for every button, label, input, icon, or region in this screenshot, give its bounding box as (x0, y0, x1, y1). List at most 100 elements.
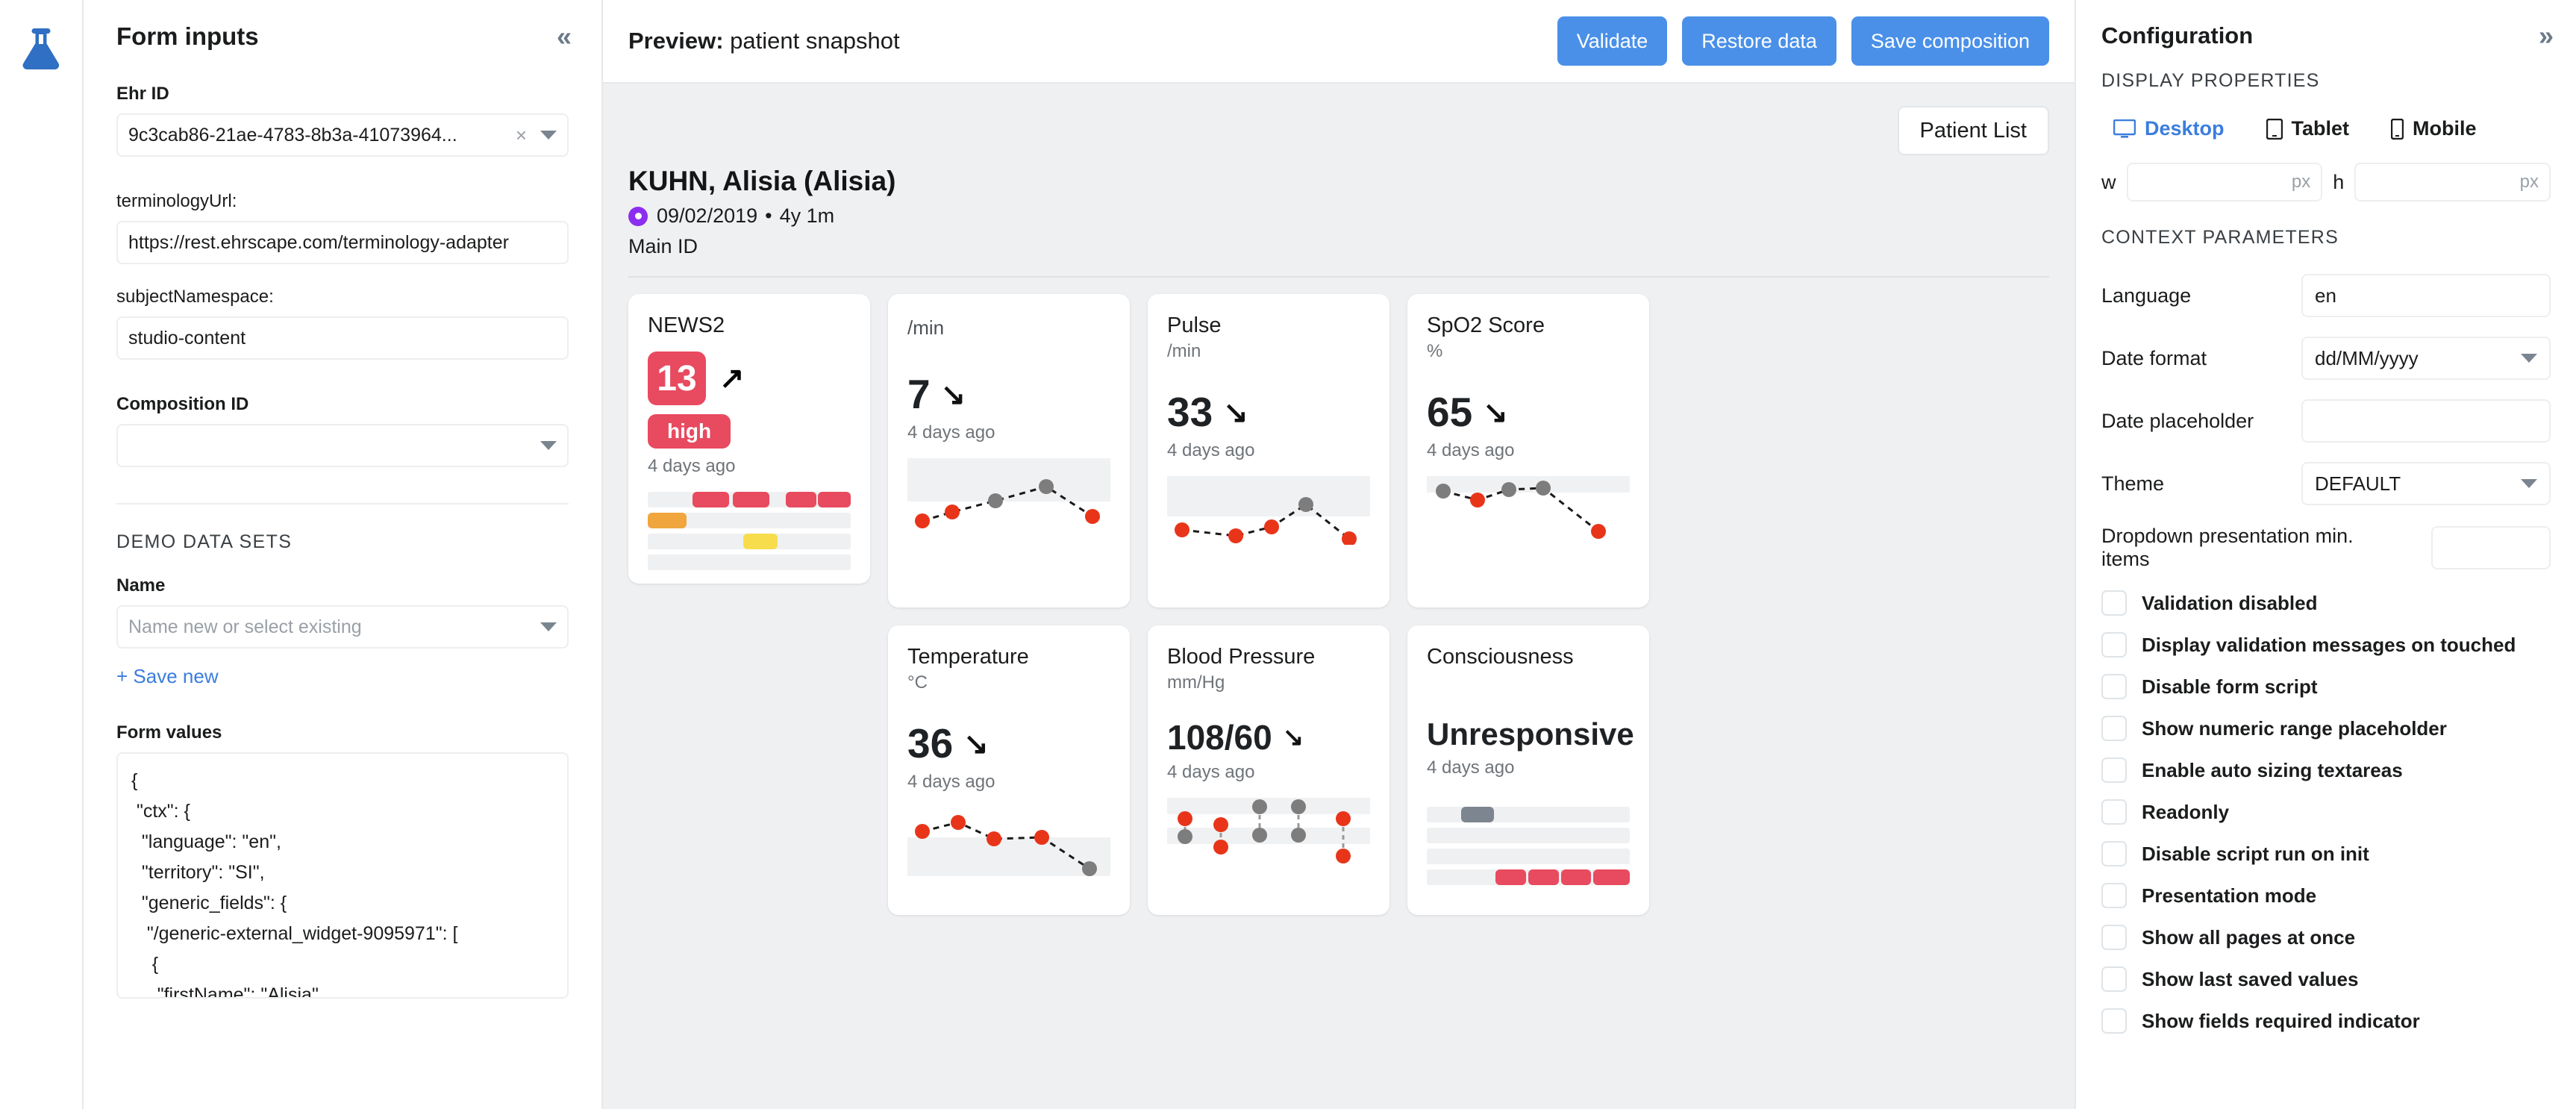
configuration-title: Configuration (2101, 22, 2254, 49)
demo-name-placeholder: Name new or select existing (128, 616, 362, 637)
checkbox-disable-form-script[interactable]: Disable form script (2101, 674, 2551, 699)
checkbox-presentation-mode[interactable]: Presentation mode (2101, 883, 2551, 908)
ehr-id-input[interactable]: 9c3cab86-21ae-4783-8b3a-41073964... × (116, 113, 569, 157)
card-unit: % (1427, 341, 1443, 361)
composition-id-select[interactable] (116, 424, 569, 467)
checkbox-icon[interactable] (2101, 799, 2127, 825)
patient-list-button[interactable]: Patient List (1897, 106, 2049, 155)
chevron-down-icon[interactable] (540, 441, 557, 450)
chevron-down-icon[interactable] (2521, 354, 2537, 363)
card-news2[interactable]: NEWS2 13 ↗ high 4 days ago (628, 294, 870, 584)
checkbox-icon[interactable] (2101, 1008, 2127, 1034)
card-value: 108/60 (1167, 718, 1272, 757)
collapse-left-panel-icon[interactable]: « (557, 23, 572, 50)
bar-row (1427, 849, 1630, 864)
dropdown-min-items-input[interactable] (2431, 526, 2551, 569)
checkbox-icon[interactable] (2101, 841, 2127, 866)
checkbox-icon[interactable] (2101, 757, 2127, 783)
checkbox-label: Enable auto sizing textareas (2142, 758, 2403, 781)
bar-row (648, 554, 851, 570)
arrow-down-right-icon: ↘ (940, 378, 966, 411)
demo-name-select[interactable]: Name new or select existing (116, 605, 569, 649)
configuration-checkboxes: Validation disabled Display validation m… (2101, 590, 2551, 1034)
card-temperature[interactable]: Temperature °C 36 ↘ 4 days ago (888, 625, 1130, 915)
device-desktop[interactable]: Desktop (2113, 117, 2225, 140)
checkbox-show-last-saved-values[interactable]: Show last saved values (2101, 966, 2551, 992)
checkbox-label: Show numeric range placeholder (2142, 716, 2447, 740)
checkbox-show-numeric-range-placeholder[interactable]: Show numeric range placeholder (2101, 716, 2551, 741)
checkbox-disable-script-run-on-init[interactable]: Disable script run on init (2101, 841, 2551, 866)
card-value-row: 33 ↘ (1167, 392, 1370, 433)
param-date-placeholder: Date placeholder (2101, 399, 2551, 443)
save-new-link[interactable]: + Save new (116, 665, 219, 688)
card-spo2[interactable]: SpO2 Score % 65 ↘ 4 days ago (1407, 294, 1649, 607)
checkbox-show-fields-required-indicator[interactable]: Show fields required indicator (2101, 1008, 2551, 1034)
param-language: Language en (2101, 274, 2551, 317)
female-icon (628, 206, 648, 226)
checkbox-label: Disable script run on init (2142, 842, 2369, 865)
validate-button[interactable]: Validate (1557, 16, 1668, 66)
flask-icon[interactable] (20, 25, 62, 72)
param-date-format: Date format dd/MM/yyyy (2101, 337, 2551, 380)
card-value: 33 (1167, 389, 1213, 435)
card-value-row: 108/60 ↘ (1167, 720, 1370, 755)
checkbox-enable-auto-sizing-textareas[interactable]: Enable auto sizing textareas (2101, 757, 2551, 783)
card-respiration[interactable]: /min 7 ↘ 4 days ago (888, 294, 1130, 607)
date-placeholder-input[interactable] (2301, 399, 2551, 443)
param-label: Language (2101, 284, 2192, 307)
preview-stage: Patient List KUHN, Alisia (Alisia) 09/02… (603, 84, 2075, 1109)
checkbox-icon[interactable] (2101, 590, 2127, 616)
form-values-label: Form values (116, 722, 222, 743)
clear-icon[interactable]: × (507, 124, 536, 147)
checkbox-icon[interactable] (2101, 716, 2127, 741)
language-input[interactable]: en (2301, 274, 2551, 317)
chevron-down-icon[interactable] (540, 131, 557, 140)
subject-namespace-value: studio-content (128, 327, 246, 349)
restore-data-button[interactable]: Restore data (1682, 16, 1836, 66)
chevron-down-icon[interactable] (540, 622, 557, 631)
checkbox-icon[interactable] (2101, 674, 2127, 699)
patient-header: KUHN, Alisia (Alisia) 09/02/2019 • 4y 1m… (628, 166, 2049, 258)
width-input[interactable]: px (2126, 163, 2323, 202)
height-input[interactable]: px (2354, 163, 2551, 202)
card-title: Blood Pressure (1167, 645, 1316, 669)
sparkline-chart (1427, 476, 1630, 539)
checkbox-show-all-pages-at-once[interactable]: Show all pages at once (2101, 925, 2551, 950)
form-inputs-title: Form inputs (116, 22, 259, 50)
checkbox-icon[interactable] (2101, 883, 2127, 908)
terminology-url-input[interactable]: https://rest.ehrscape.com/terminology-ad… (116, 221, 569, 264)
param-label: Date format (2101, 346, 2207, 369)
configuration-header: Configuration » (2101, 22, 2554, 49)
device-tablet[interactable]: Tablet (2266, 117, 2349, 140)
chevron-down-icon[interactable] (2521, 479, 2537, 488)
card-consciousness[interactable]: Consciousness Unresponsive 4 days ago (1407, 625, 1649, 915)
theme-select[interactable]: DEFAULT (2301, 462, 2551, 505)
subject-namespace-input[interactable]: studio-content (116, 316, 569, 360)
checkbox-icon[interactable] (2101, 966, 2127, 992)
card-blood-pressure[interactable]: Blood Pressure mm/Hg 108/60 ↘ 4 days ago (1148, 625, 1389, 915)
expand-right-panel-icon[interactable]: » (2539, 22, 2554, 49)
param-value: dd/MM/yyyy (2315, 346, 2419, 369)
composition-id-label: Composition ID (116, 394, 249, 414)
device-mobile[interactable]: Mobile (2391, 117, 2477, 140)
checkbox-label: Show all pages at once (2142, 925, 2356, 949)
preview-title: Preview: patient snapshot (628, 28, 900, 54)
checkbox-icon[interactable] (2101, 632, 2127, 657)
param-label: Dropdown presentation min. items (2101, 525, 2354, 570)
card-timestamp: 4 days ago (1167, 762, 1255, 782)
checkbox-validation-disabled[interactable]: Validation disabled (2101, 590, 2551, 616)
save-composition-button[interactable]: Save composition (1851, 16, 2049, 66)
toolbar-actions: Validate Restore data Save composition (1557, 16, 2049, 66)
date-format-select[interactable]: dd/MM/yyyy (2301, 337, 2551, 380)
device-label: Desktop (2145, 117, 2225, 140)
checkbox-icon[interactable] (2101, 925, 2127, 950)
form-values-textarea[interactable]: { "ctx": { "language": "en", "territory"… (116, 752, 569, 999)
card-timestamp: 4 days ago (648, 456, 736, 476)
card-value-row: 7 ↘ (907, 374, 1110, 415)
checkbox-readonly[interactable]: Readonly (2101, 799, 2551, 825)
card-value: 36 (907, 720, 954, 766)
checkbox-display-validation-messages[interactable]: Display validation messages on touched (2101, 632, 2551, 657)
card-pulse[interactable]: Pulse /min 33 ↘ 4 days ago (1148, 294, 1389, 607)
preview-toolbar: Preview: patient snapshot Validate Resto… (603, 0, 2075, 84)
card-unit: /min (907, 316, 945, 339)
